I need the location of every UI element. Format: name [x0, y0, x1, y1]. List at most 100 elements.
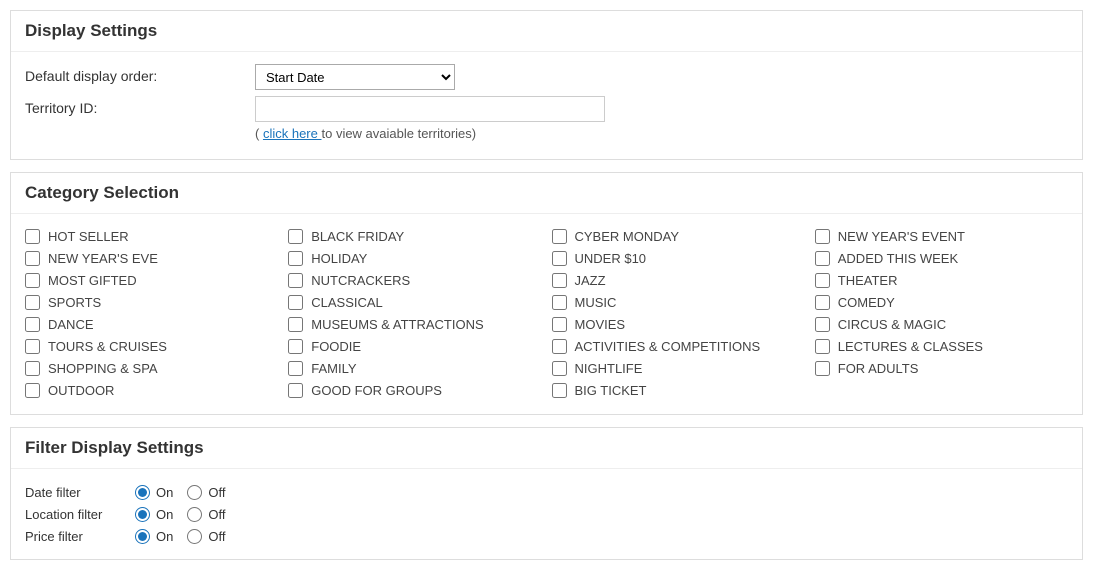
category-checkbox[interactable]: [552, 229, 567, 244]
category-checkbox[interactable]: [288, 339, 303, 354]
category-label[interactable]: MUSEUMS & ATTRACTIONS: [311, 317, 483, 332]
category-checkbox[interactable]: [815, 339, 830, 354]
category-checkbox[interactable]: [25, 251, 40, 266]
filter-radio-label[interactable]: On: [156, 529, 173, 544]
category-label[interactable]: NIGHTLIFE: [575, 361, 643, 376]
category-label[interactable]: SHOPPING & SPA: [48, 361, 158, 376]
category-label[interactable]: THEATER: [838, 273, 898, 288]
category-checkbox[interactable]: [815, 317, 830, 332]
category-checkbox[interactable]: [552, 317, 567, 332]
category-column: HOT SELLER NEW YEAR'S EVE MOST GIFTED SPORT…: [25, 226, 278, 402]
category-label[interactable]: NUTCRACKERS: [311, 273, 410, 288]
category-label[interactable]: CLASSICAL: [311, 295, 383, 310]
category-column: CYBER MONDAY UNDER $10 JAZZ MUSIC MOVIES ACTI…: [552, 226, 805, 402]
category-checkbox[interactable]: [25, 273, 40, 288]
category-checkbox[interactable]: [815, 229, 830, 244]
category-item: MOST GIFTED: [25, 270, 278, 290]
category-label[interactable]: MOST GIFTED: [48, 273, 137, 288]
category-checkbox[interactable]: [25, 229, 40, 244]
category-checkbox[interactable]: [288, 229, 303, 244]
category-label[interactable]: TOURS & CRUISES: [48, 339, 167, 354]
category-checkbox[interactable]: [815, 251, 830, 266]
category-label[interactable]: BIG TICKET: [575, 383, 647, 398]
filter-radio-on[interactable]: [135, 485, 150, 500]
category-label[interactable]: FAMILY: [311, 361, 356, 376]
category-checkbox[interactable]: [25, 295, 40, 310]
display-order-label: Default display order:: [25, 64, 255, 84]
category-item: HOT SELLER: [25, 226, 278, 246]
category-checkbox[interactable]: [552, 273, 567, 288]
filter-radio-on[interactable]: [135, 507, 150, 522]
filter-radio-off[interactable]: [187, 485, 202, 500]
category-label[interactable]: ADDED THIS WEEK: [838, 251, 958, 266]
category-checkbox[interactable]: [25, 339, 40, 354]
filter-radio-off[interactable]: [187, 507, 202, 522]
category-checkbox[interactable]: [552, 383, 567, 398]
category-checkbox[interactable]: [25, 361, 40, 376]
category-label[interactable]: FOODIE: [311, 339, 361, 354]
category-item: SHOPPING & SPA: [25, 358, 278, 378]
filter-radio-group: On Off: [135, 529, 239, 544]
filter-radio-label[interactable]: On: [156, 485, 173, 500]
filter-display-header: Filter Display Settings: [11, 428, 1082, 469]
category-item: FOR ADULTS: [815, 358, 1068, 378]
category-checkbox[interactable]: [815, 295, 830, 310]
category-item: ADDED THIS WEEK: [815, 248, 1068, 268]
category-item: NEW YEAR'S EVE: [25, 248, 278, 268]
filter-radio-label[interactable]: Off: [208, 485, 225, 500]
filter-radio-label[interactable]: On: [156, 507, 173, 522]
category-checkbox[interactable]: [288, 361, 303, 376]
category-label[interactable]: COMEDY: [838, 295, 895, 310]
filter-row: Price filterOnOff: [25, 525, 1068, 547]
category-label[interactable]: JAZZ: [575, 273, 606, 288]
filter-label: Location filter: [25, 507, 135, 522]
category-item: THEATER: [815, 270, 1068, 290]
category-checkbox[interactable]: [552, 361, 567, 376]
category-label[interactable]: MUSIC: [575, 295, 617, 310]
category-label[interactable]: DANCE: [48, 317, 94, 332]
category-checkbox[interactable]: [25, 317, 40, 332]
filter-radio-off[interactable]: [187, 529, 202, 544]
filter-radio-label[interactable]: Off: [208, 507, 225, 522]
category-label[interactable]: CIRCUS & MAGIC: [838, 317, 946, 332]
category-label[interactable]: NEW YEAR'S EVE: [48, 251, 158, 266]
filter-radio-label[interactable]: Off: [208, 529, 225, 544]
category-checkbox[interactable]: [288, 317, 303, 332]
category-checkbox[interactable]: [25, 383, 40, 398]
category-label[interactable]: UNDER $10: [575, 251, 647, 266]
territory-input[interactable]: [255, 96, 605, 122]
filter-radio-group: On Off: [135, 485, 239, 500]
category-item: TOURS & CRUISES: [25, 336, 278, 356]
category-label[interactable]: ACTIVITIES & COMPETITIONS: [575, 339, 761, 354]
category-label[interactable]: GOOD FOR GROUPS: [311, 383, 442, 398]
category-label[interactable]: FOR ADULTS: [838, 361, 919, 376]
category-checkbox[interactable]: [288, 295, 303, 310]
category-label[interactable]: LECTURES & CLASSES: [838, 339, 983, 354]
category-label[interactable]: CYBER MONDAY: [575, 229, 680, 244]
category-label[interactable]: BLACK FRIDAY: [311, 229, 404, 244]
category-label[interactable]: OUTDOOR: [48, 383, 114, 398]
category-checkbox[interactable]: [288, 251, 303, 266]
category-label[interactable]: MOVIES: [575, 317, 626, 332]
category-label[interactable]: SPORTS: [48, 295, 101, 310]
territory-row: Territory ID: ( click here to view avaia…: [25, 96, 1068, 141]
filter-radio-on[interactable]: [135, 529, 150, 544]
category-item: NIGHTLIFE: [552, 358, 805, 378]
display-order-select[interactable]: Start Date: [255, 64, 455, 90]
category-checkbox[interactable]: [815, 361, 830, 376]
category-item: MUSIC: [552, 292, 805, 312]
territory-link[interactable]: click here: [263, 126, 322, 141]
category-checkbox[interactable]: [288, 273, 303, 288]
category-label[interactable]: NEW YEAR'S EVENT: [838, 229, 965, 244]
category-checkbox[interactable]: [552, 251, 567, 266]
category-label[interactable]: HOLIDAY: [311, 251, 367, 266]
category-label[interactable]: HOT SELLER: [48, 229, 129, 244]
territory-hint: ( click here to view avaiable territorie…: [255, 126, 1068, 141]
category-checkbox[interactable]: [288, 383, 303, 398]
category-item: NUTCRACKERS: [288, 270, 541, 290]
category-item: COMEDY: [815, 292, 1068, 312]
category-checkbox[interactable]: [815, 273, 830, 288]
category-checkbox[interactable]: [552, 339, 567, 354]
category-checkbox[interactable]: [552, 295, 567, 310]
category-item: CIRCUS & MAGIC: [815, 314, 1068, 334]
